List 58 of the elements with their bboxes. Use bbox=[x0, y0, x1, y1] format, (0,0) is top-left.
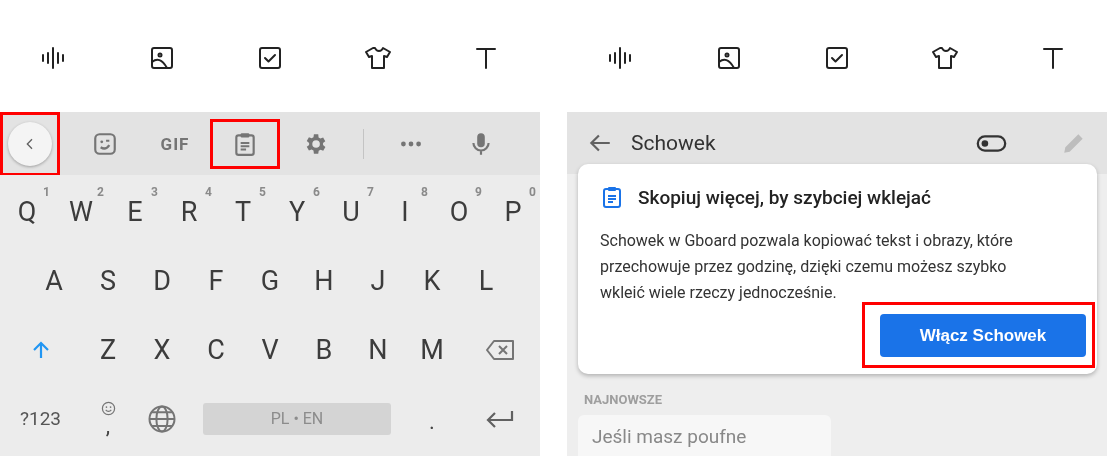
key[interactable]: M bbox=[405, 315, 459, 384]
key[interactable]: A bbox=[27, 246, 81, 315]
key[interactable]: Q 1 bbox=[0, 177, 54, 246]
key-hint: 3 bbox=[151, 185, 158, 199]
key[interactable]: D bbox=[135, 246, 189, 315]
image-icon[interactable] bbox=[148, 44, 176, 72]
key[interactable]: Z bbox=[81, 315, 135, 384]
key[interactable]: F bbox=[189, 246, 243, 315]
key[interactable]: C bbox=[189, 315, 243, 384]
key[interactable]: U 7 bbox=[324, 177, 378, 246]
key[interactable]: I 8 bbox=[378, 177, 432, 246]
key[interactable]: L bbox=[459, 246, 513, 315]
key[interactable]: P 0 bbox=[486, 177, 540, 246]
key[interactable]: H bbox=[297, 246, 351, 315]
key-hint: 7 bbox=[367, 185, 374, 199]
enter-icon[interactable] bbox=[484, 408, 515, 429]
gif-button[interactable]: GIF bbox=[160, 133, 190, 154]
toggle-icon[interactable] bbox=[976, 134, 1007, 152]
key[interactable]: B bbox=[297, 315, 351, 384]
key-hint: 6 bbox=[313, 185, 320, 199]
section-label: NAJNOWSZE bbox=[584, 392, 663, 407]
globe-icon[interactable] bbox=[147, 403, 177, 434]
shirt-icon[interactable] bbox=[931, 44, 959, 72]
key[interactable]: E 3 bbox=[108, 177, 162, 246]
shirt-icon[interactable] bbox=[364, 44, 392, 72]
key-hint: 0 bbox=[529, 185, 536, 199]
checkbox-icon[interactable] bbox=[823, 44, 851, 72]
comma-key[interactable]: , bbox=[100, 401, 116, 436]
key[interactable]: O 9 bbox=[432, 177, 486, 246]
key[interactable]: Y 6 bbox=[270, 177, 324, 246]
key-hint: 9 bbox=[475, 185, 482, 199]
key[interactable]: S bbox=[81, 246, 135, 315]
key[interactable]: V bbox=[243, 315, 297, 384]
header-title: Schowek bbox=[631, 131, 717, 155]
key[interactable]: J bbox=[351, 246, 405, 315]
key-hint: 4 bbox=[205, 185, 212, 199]
symbols-key[interactable]: ?123 bbox=[20, 407, 61, 430]
key[interactable]: G bbox=[243, 246, 297, 315]
card-description: Schowek w Gboard pozwala kopiować tekst i obrazy, które przechowuje przez godzinę, dzięki czemu możesz szybko wkleić wiele rzeczy jednocześnie. bbox=[600, 230, 1014, 304]
key-hint: 1 bbox=[43, 185, 50, 199]
key[interactable]: K bbox=[405, 246, 459, 315]
key[interactable]: X bbox=[135, 315, 189, 384]
image-icon[interactable] bbox=[715, 44, 743, 72]
key[interactable]: W 2 bbox=[54, 177, 108, 246]
key[interactable]: T 5 bbox=[216, 177, 270, 246]
key[interactable]: N bbox=[351, 315, 405, 384]
period-key[interactable]: . bbox=[429, 403, 435, 434]
key-hint: 2 bbox=[97, 185, 104, 199]
sticker-icon[interactable] bbox=[92, 130, 118, 157]
backspace-icon[interactable] bbox=[484, 338, 515, 361]
key-hint: 5 bbox=[259, 185, 266, 199]
checkbox-icon[interactable] bbox=[256, 44, 284, 72]
clipboard-icon[interactable] bbox=[232, 130, 258, 157]
card-title: Skopiuj więcej, by szybciej wklejać bbox=[638, 185, 932, 209]
key-hint: 8 bbox=[421, 185, 428, 199]
enable-clipboard-button[interactable]: Włącz Schowek bbox=[880, 314, 1086, 357]
key[interactable]: R 4 bbox=[162, 177, 216, 246]
clipboard-icon bbox=[600, 184, 624, 210]
